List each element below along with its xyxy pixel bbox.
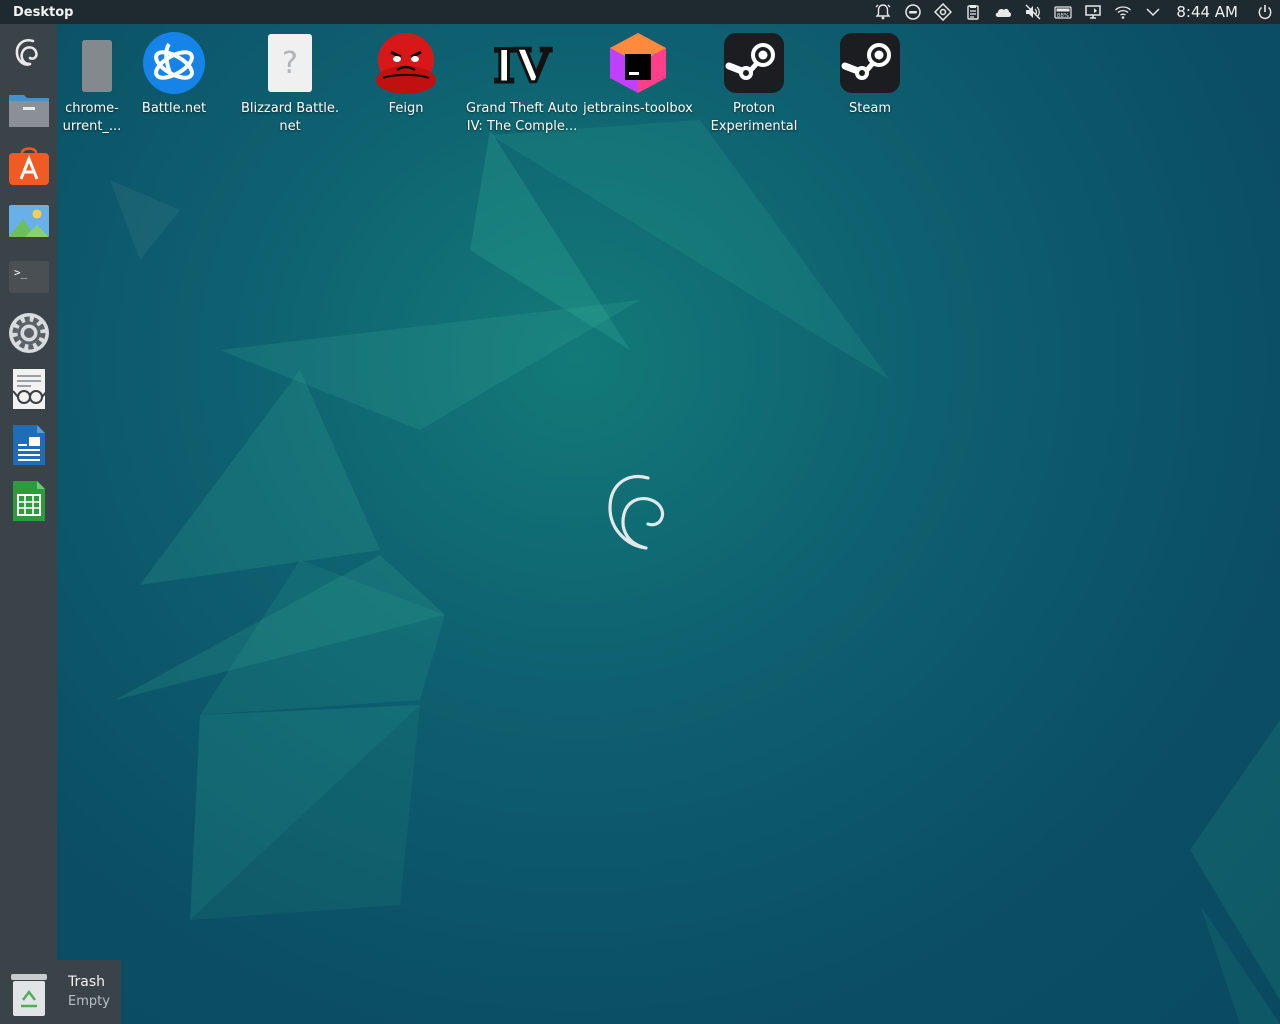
battery-icon[interactable]: 88% — [1048, 0, 1078, 24]
desktop-icon-label: Blizzard Battle. net — [240, 101, 340, 134]
desktop-icon-blizzard[interactable]: ? Blizzard Battle. net — [232, 30, 348, 136]
image-viewer-icon[interactable] — [6, 198, 52, 244]
trash-status: Empty — [68, 994, 110, 1009]
battery-percent: 88% — [1057, 13, 1069, 19]
terminal-icon[interactable]: >_ — [6, 254, 52, 300]
application-dock: >_ — [0, 24, 57, 1024]
top-panel: Desktop 88% 8:44 AM — [0, 0, 1280, 24]
desktop-icon-battlenet[interactable]: Battle.net — [116, 30, 232, 118]
svg-text:?: ? — [282, 46, 298, 81]
calc-icon[interactable] — [6, 478, 52, 524]
display-icon[interactable] — [1078, 0, 1108, 24]
desktop-icon-label: jetbrains-toolbox — [583, 101, 693, 116]
desktop-icon-label: Proton Experimental — [710, 101, 798, 134]
cloud-sync-icon[interactable] — [988, 0, 1018, 24]
desktop-icon-label: Feign — [388, 101, 424, 116]
software-center-icon[interactable] — [6, 142, 52, 188]
desktop-icon-label: Grand Theft Auto IV: The Comple... — [466, 101, 578, 134]
debian-swirl-loading-icon — [602, 470, 674, 556]
expand-tray-icon[interactable] — [1138, 0, 1168, 24]
trash-label: Trash — [68, 974, 105, 990]
clipboard-icon[interactable] — [958, 0, 988, 24]
steam-icon — [837, 30, 903, 96]
battlenet-icon — [141, 30, 207, 96]
desktop-icon-label: Steam — [849, 101, 891, 116]
system-tray: 88% 8:44 AM — [868, 0, 1280, 24]
svg-text:IV: IV — [493, 39, 552, 93]
chrome-folder-icon — [48, 30, 114, 96]
jetbrains-toolbox-icon — [605, 30, 671, 96]
desktop-icon-gta-iv[interactable]: IV Grand Theft Auto IV: The Comple... — [464, 30, 580, 136]
unknown-app-icon: ? — [257, 30, 323, 96]
writer-icon[interactable] — [6, 422, 52, 468]
desktop-icon-jetbrains[interactable]: jetbrains-toolbox — [580, 30, 696, 118]
gta-iv-icon: IV — [489, 30, 555, 96]
document-viewer-icon[interactable] — [6, 366, 52, 412]
window-title: Desktop — [13, 4, 74, 20]
desktop-icon-steam[interactable]: Steam — [812, 30, 928, 118]
trash-icon[interactable] — [9, 972, 49, 1018]
clock[interactable]: 8:44 AM — [1168, 3, 1250, 21]
desktop-icon-label: Battle.net — [141, 101, 207, 116]
wifi-icon[interactable] — [1108, 0, 1138, 24]
trash-widget[interactable]: Trash Empty — [0, 960, 121, 1024]
svg-text:>_: >_ — [14, 266, 28, 279]
desktop-icon-feign[interactable]: Feign — [348, 30, 464, 118]
network-manager-icon[interactable] — [928, 0, 958, 24]
desktop-icon-proton[interactable]: Proton Experimental — [696, 30, 812, 136]
notifications-icon[interactable] — [868, 0, 898, 24]
volume-muted-icon[interactable] — [1018, 0, 1048, 24]
feign-icon — [373, 30, 439, 96]
power-icon[interactable] — [1250, 0, 1280, 24]
steam-proton-icon — [721, 30, 787, 96]
settings-icon[interactable] — [6, 310, 52, 356]
kde-connect-icon[interactable] — [898, 0, 928, 24]
